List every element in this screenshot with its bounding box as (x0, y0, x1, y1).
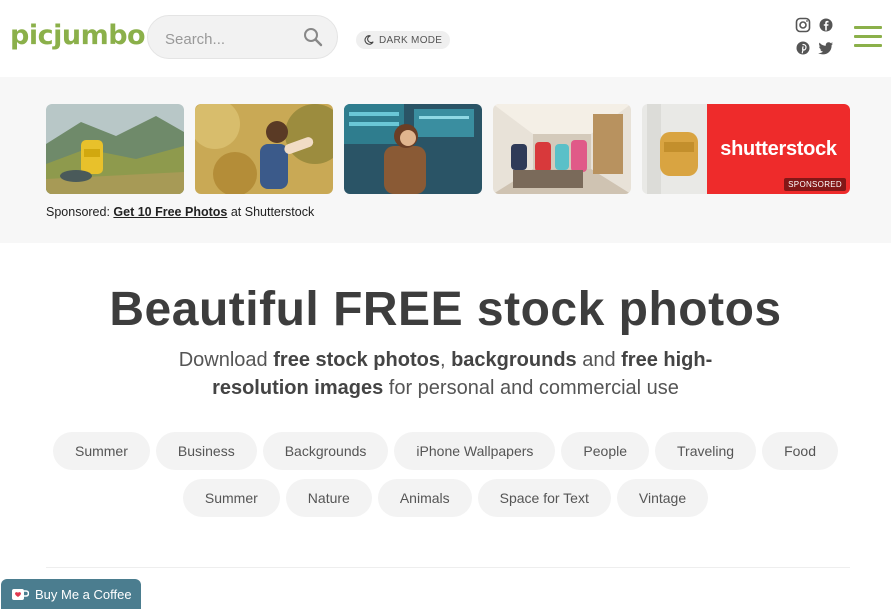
sponsored-caption: Sponsored: Get 10 Free Photos at Shutter… (46, 205, 314, 219)
tag-iphone-wallpapers[interactable]: iPhone Wallpapers (394, 432, 556, 470)
tag-row: Summer Nature Animals Space for Text Vin… (0, 479, 891, 517)
coffee-cup-icon (12, 589, 29, 600)
site-logo[interactable]: picjumbo (10, 20, 146, 51)
sponsored-strip: shutterstock SPONSORED Sponsored: Get 10… (0, 77, 891, 243)
page-subtitle: Download free stock photos, backgrounds … (170, 346, 721, 402)
subtitle-bold: free stock photos (273, 349, 440, 371)
moon-icon (364, 35, 374, 45)
tag-vintage[interactable]: Vintage (616, 479, 709, 517)
sponsored-suffix: at Shutterstock (230, 205, 315, 219)
shutterstock-logo: shutterstock (720, 138, 837, 160)
subtitle-text: for personal and commercial use (383, 377, 679, 399)
subtitle-bold: backgrounds (451, 349, 577, 371)
dark-mode-label: DARK MODE (379, 34, 443, 46)
sponsored-thumbnail[interactable] (344, 104, 482, 194)
sponsored-link[interactable]: Get 10 Free Photos (113, 205, 227, 219)
twitter-icon[interactable] (818, 40, 834, 56)
sponsored-badge: SPONSORED (784, 178, 846, 191)
facebook-icon[interactable] (818, 17, 834, 33)
tag-summer[interactable]: Summer (52, 432, 150, 470)
tag-business[interactable]: Business (155, 432, 257, 470)
category-tags: Summer Business Backgrounds iPhone Wallp… (0, 432, 891, 526)
subtitle-text: and (576, 349, 622, 371)
sponsored-thumbnail[interactable] (493, 104, 631, 194)
subtitle-text: , (439, 349, 452, 371)
tag-food[interactable]: Food (762, 432, 838, 470)
buy-me-a-coffee-label: Buy Me a Coffee (35, 586, 132, 602)
tag-backgrounds[interactable]: Backgrounds (262, 432, 389, 470)
subtitle-text: Download (178, 349, 274, 371)
instagram-icon[interactable] (795, 17, 811, 33)
pinterest-icon[interactable] (795, 40, 811, 56)
search-icon[interactable] (303, 27, 323, 47)
tag-summer[interactable]: Summer (182, 479, 280, 517)
site-header: picjumbo DARK MODE (0, 0, 891, 77)
search-box[interactable] (147, 15, 338, 59)
search-input[interactable] (163, 27, 297, 51)
tag-traveling[interactable]: Traveling (655, 432, 757, 470)
tag-nature[interactable]: Nature (285, 479, 372, 517)
sponsored-prefix: Sponsored: (46, 205, 110, 219)
tag-animals[interactable]: Animals (377, 479, 472, 517)
tag-people[interactable]: People (561, 432, 650, 470)
tag-space-for-text[interactable]: Space for Text (477, 479, 611, 517)
buy-me-a-coffee-button[interactable]: Buy Me a Coffee (1, 579, 141, 609)
tag-row: Summer Business Backgrounds iPhone Wallp… (0, 432, 891, 470)
dark-mode-toggle[interactable]: DARK MODE (356, 31, 451, 49)
sponsored-thumbnail[interactable] (46, 104, 184, 194)
sponsored-thumbnail[interactable] (195, 104, 333, 194)
page-title: Beautiful FREE stock photos (109, 283, 782, 336)
hamburger-menu-icon[interactable] (854, 26, 882, 48)
section-divider (46, 567, 850, 568)
shutterstock-ad[interactable]: shutterstock SPONSORED (642, 104, 850, 194)
